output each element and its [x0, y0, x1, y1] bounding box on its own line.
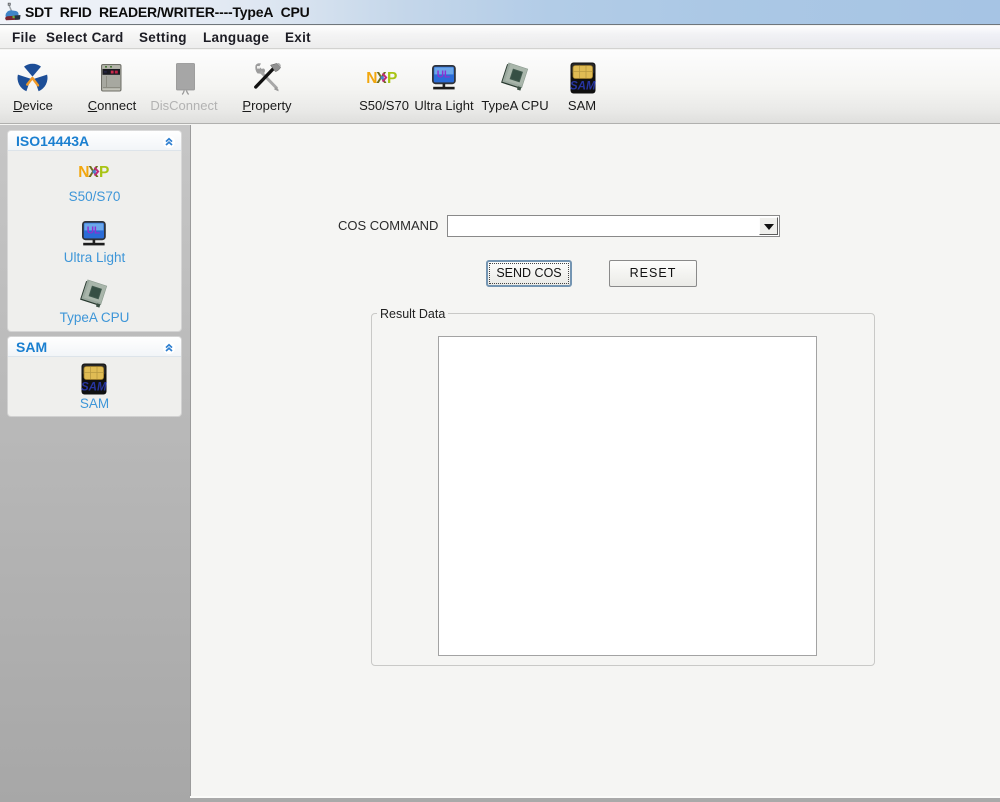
- svg-text:UL: UL: [87, 226, 100, 237]
- svg-text:UL: UL: [437, 70, 450, 81]
- svg-text:SAM: SAM: [81, 382, 107, 394]
- svg-text:SAM: SAM: [570, 81, 596, 93]
- svg-text:P: P: [387, 70, 397, 85]
- svg-text:P: P: [99, 164, 109, 179]
